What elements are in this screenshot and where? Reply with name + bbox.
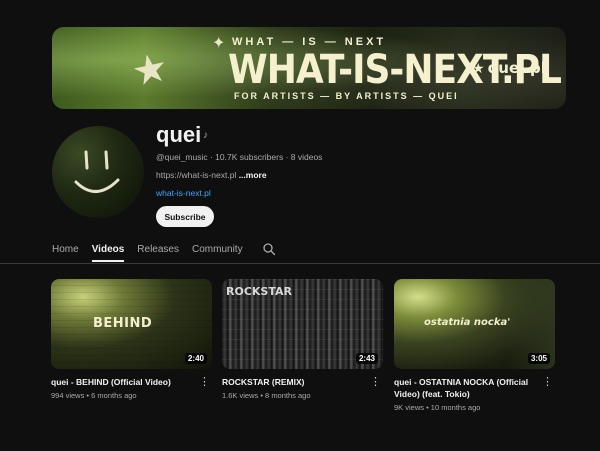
tab-community[interactable]: Community [192,236,243,262]
tab-releases[interactable]: Releases [137,236,179,262]
description-text: https://what-is-next.pl [156,170,237,180]
star-icon: ★ [472,61,485,77]
smiley-face-icon [74,150,120,193]
channel-link[interactable]: what-is-next.pl [156,188,211,198]
more-options-icon[interactable]: ⋮ [370,377,381,388]
tabs-divider [0,263,600,264]
star-icon: ★ [127,44,173,96]
channel-name: quei [156,122,202,147]
channel-tabs: Home Videos Releases Community [52,236,276,262]
video-thumbnail[interactable]: BEHIND 2:40 [51,279,212,369]
video-title[interactable]: quei - OSTATNIA NOCKA (Official Video) (… [394,376,534,400]
thumbnail-text: ROCKSTAR [226,285,292,298]
more-options-icon[interactable]: ⋮ [199,377,210,388]
video-thumbnail[interactable]: ostatnia nocka' 3:05 [394,279,555,369]
video-duration: 3:05 [527,353,550,364]
avatar[interactable] [52,126,144,218]
search-icon[interactable] [262,242,276,256]
video-card[interactable]: ROCKSTAR 2:43 ROCKSTAR (REMIX) 1.6K view… [222,279,383,400]
banner-bottom-text: FOR ARTISTS — BY ARTISTS — QUEI [234,91,459,101]
banner-logo-text: quei.pl [487,59,546,77]
video-thumbnail[interactable]: ROCKSTAR 2:43 [222,279,383,369]
video-duration: 2:43 [355,353,378,364]
video-card[interactable]: ostatnia nocka' 3:05 quei - OSTATNIA NOC… [394,279,555,412]
video-card[interactable]: BEHIND 2:40 quei - BEHIND (Official Vide… [51,279,212,400]
channel-description[interactable]: https://what-is-next.pl ...more [156,170,267,180]
video-meta: 1.6K views • 8 months ago [222,391,311,400]
channel-banner: ✦ ★ WHAT — IS — NEXT WHAT-IS-NEXT.PL FOR… [52,27,566,109]
tab-home[interactable]: Home [52,236,79,262]
more-link[interactable]: ...more [239,170,267,180]
video-title[interactable]: quei - BEHIND (Official Video) [51,376,191,388]
subscribe-button[interactable]: Subscribe [156,206,214,227]
video-meta: 9K views • 10 months ago [394,403,481,412]
video-duration: 2:40 [184,353,207,364]
thumbnail-text: BEHIND [93,316,153,331]
tab-videos[interactable]: Videos [91,236,124,262]
more-options-icon[interactable]: ⋮ [542,377,553,388]
video-meta: 994 views • 6 months ago [51,391,137,400]
video-title[interactable]: ROCKSTAR (REMIX) [222,376,362,388]
music-note-icon: ♪ [203,130,208,141]
channel-meta: @quei_music · 10.7K subscribers · 8 vide… [156,152,323,162]
banner-logo: ★ quei.pl [472,59,546,77]
sparkle-icon: ✦ [212,35,226,52]
thumbnail-text: ostatnia nocka' [424,317,511,328]
